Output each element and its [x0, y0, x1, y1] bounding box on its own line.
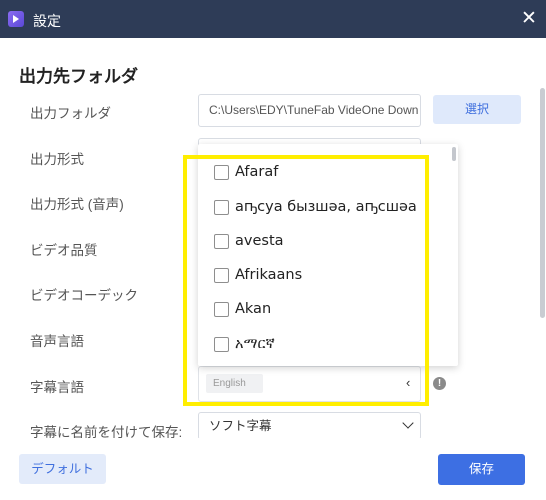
page-scrollbar[interactable] [540, 88, 545, 318]
video-codec-label: ビデオコーデック [30, 288, 138, 303]
output-format-audio-label: 出力形式 (音声) [30, 197, 124, 212]
audio-language-label: 音声言語 [30, 334, 84, 349]
section-title: 出力先フォルダ [19, 67, 138, 86]
checkbox[interactable] [214, 233, 229, 249]
option-label: аҧсуа бызшәа, аҧсшәа [235, 199, 417, 215]
option-label: avesta [235, 233, 284, 249]
option-label: Afrikaans [235, 267, 303, 283]
language-option[interactable]: Afrikaans [214, 266, 302, 284]
language-dropdown: Afaraf аҧсуа бызшәа, аҧсшәа avesta Afrik… [198, 144, 458, 366]
close-icon[interactable]: ✕ [519, 9, 539, 29]
output-format-label: 出力形式 [30, 152, 84, 167]
checkbox[interactable] [214, 164, 229, 180]
save-button[interactable]: 保存 [438, 454, 525, 485]
save-with-name-select[interactable]: ソフト字幕 [198, 412, 421, 440]
option-label: Akan [235, 301, 272, 317]
output-folder-field[interactable]: C:\Users\EDY\TuneFab VideOne Down [198, 94, 421, 127]
info-icon[interactable]: ! [433, 377, 446, 390]
language-chip[interactable]: English [206, 374, 263, 393]
option-label: አማርኛ [235, 336, 275, 352]
window-title: 設定 [33, 13, 61, 29]
footer: デフォルト 保存 [0, 438, 546, 500]
default-button[interactable]: デフォルト [19, 454, 106, 484]
settings-content: 出力先フォルダ 出力フォルダ C:\Users\EDY\TuneFab Vide… [0, 38, 546, 500]
checkbox[interactable] [214, 267, 229, 283]
output-folder-label: 出力フォルダ [30, 106, 111, 121]
dropdown-scrollbar[interactable] [452, 147, 456, 161]
language-option[interactable]: аҧсуа бызшәа, аҧсшәа [214, 198, 417, 216]
language-option[interactable]: አማርኛ [214, 335, 275, 353]
app-icon [8, 11, 24, 27]
chevron-left-icon[interactable]: ‹ [406, 375, 410, 390]
option-label: Afaraf [235, 164, 279, 180]
language-option[interactable]: Akan [214, 300, 271, 318]
select-folder-button[interactable]: 選択 [433, 95, 521, 124]
checkbox[interactable] [214, 336, 229, 352]
language-option[interactable]: avesta [214, 232, 284, 250]
subtitle-language-label: 字幕言語 [30, 380, 84, 395]
checkbox[interactable] [214, 301, 229, 317]
title-bar: 設定 ✕ [0, 0, 546, 38]
checkbox[interactable] [214, 199, 229, 215]
language-option[interactable]: Afaraf [214, 163, 278, 181]
video-quality-label: ビデオ品質 [30, 243, 98, 258]
